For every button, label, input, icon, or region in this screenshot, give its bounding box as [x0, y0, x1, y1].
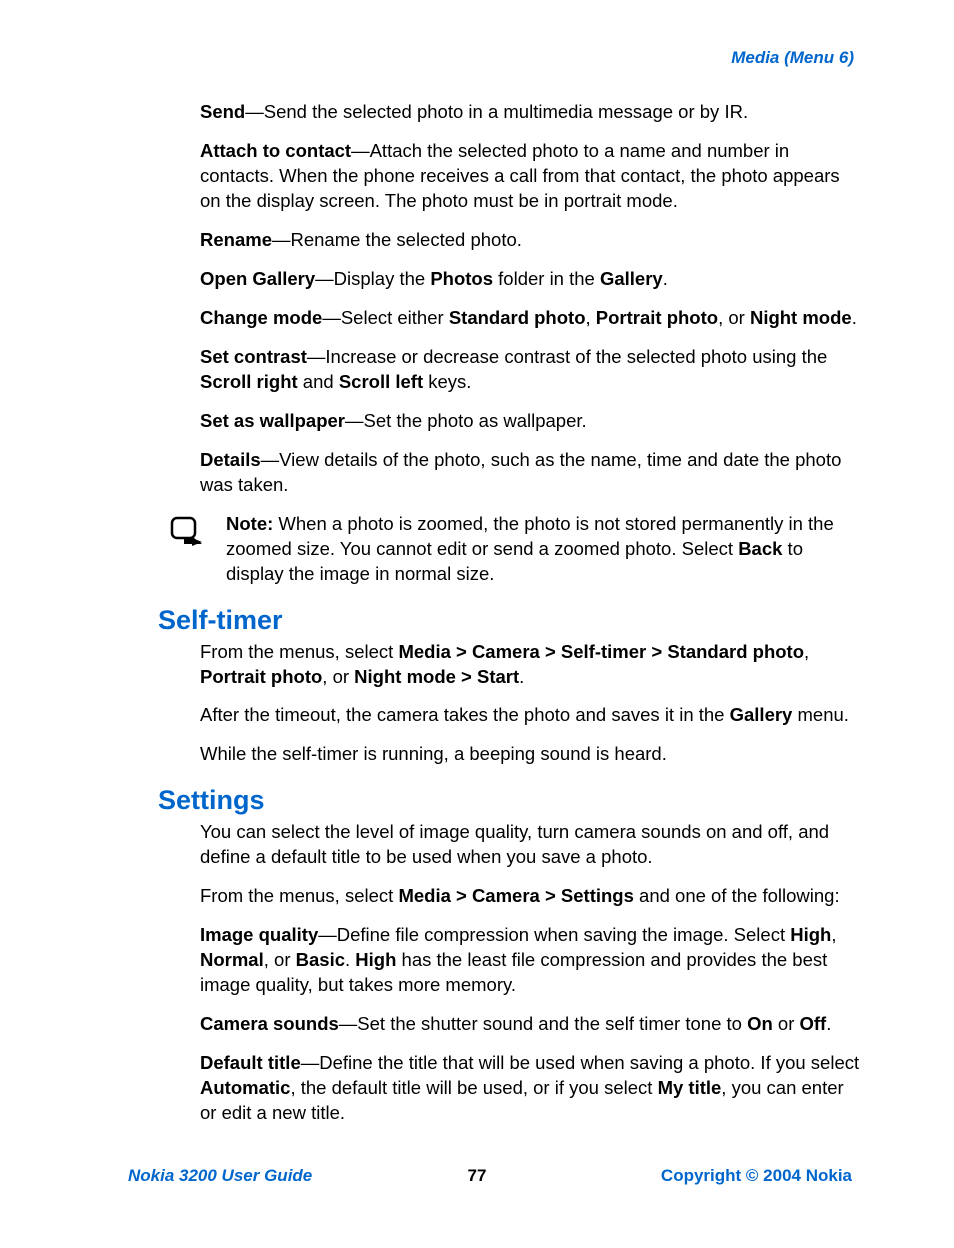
def-change-mode: Change mode—Select either Standard photo…	[200, 306, 862, 331]
def-camera-sounds: Camera sounds—Set the shutter sound and …	[200, 1012, 862, 1037]
def-set-as-wallpaper: Set as wallpaper—Set the photo as wallpa…	[200, 409, 862, 434]
page-footer: Nokia 3200 User Guide 77 Copyright © 200…	[0, 1166, 954, 1186]
heading-settings: Settings	[158, 785, 862, 816]
def-default-title: Default title—Define the title that will…	[200, 1051, 862, 1126]
def-send: Send—Send the selected photo in a multim…	[200, 100, 862, 125]
selftimer-p1: From the menus, select Media > Camera > …	[200, 640, 862, 690]
page-header: Media (Menu 6)	[158, 48, 854, 68]
note-block: Note: When a photo is zoomed, the photo …	[170, 512, 862, 587]
settings-p1: You can select the level of image qualit…	[200, 820, 862, 870]
selftimer-p3: While the self-timer is running, a beepi…	[200, 742, 862, 767]
body-content: Send—Send the selected photo in a multim…	[200, 100, 862, 1126]
footer-copyright: Copyright © 2004 Nokia	[661, 1166, 852, 1186]
heading-self-timer: Self-timer	[158, 605, 862, 636]
note-text: Note: When a photo is zoomed, the photo …	[226, 512, 862, 587]
def-attach-to-contact: Attach to contact—Attach the selected ph…	[200, 139, 862, 214]
def-rename: Rename—Rename the selected photo.	[200, 228, 862, 253]
def-set-contrast: Set contrast—Increase or decrease contra…	[200, 345, 862, 395]
def-image-quality: Image quality—Define file compression wh…	[200, 923, 862, 998]
note-icon	[170, 516, 204, 551]
selftimer-p2: After the timeout, the camera takes the …	[200, 703, 862, 728]
settings-p2: From the menus, select Media > Camera > …	[200, 884, 862, 909]
def-details: Details—View details of the photo, such …	[200, 448, 862, 498]
def-open-gallery: Open Gallery—Display the Photos folder i…	[200, 267, 862, 292]
footer-guide-name: Nokia 3200 User Guide	[128, 1166, 312, 1186]
footer-page-number: 77	[468, 1166, 487, 1186]
